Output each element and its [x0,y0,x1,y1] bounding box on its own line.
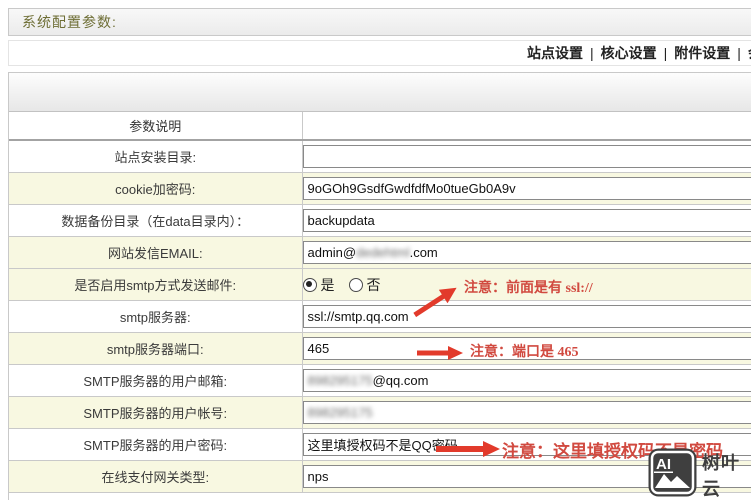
watermark-logo-icon: AI [648,448,697,500]
cookie-encrypt-key-value-cell: 9oGOh9GsdfGwdfdfMo0tueGb0A9v [302,172,751,205]
nav-separator: | [590,45,594,61]
page-title-bar: 系统配置参数: [8,8,751,36]
settings-nav-links: 站点设置|核心设置|附件设置|会员设置 [527,41,751,65]
payment-gateway-type-label: 在线支付网关类型: [9,460,303,493]
smtp-user-account-label: SMTP服务器的用户帐号: [9,396,303,429]
input-text: 9oGOh9GsdfGwdfdfMo0tueGb0A9v [307,181,516,196]
config-panel: 参数说明 站点安装目录: cookie加密码: 9oGOh9GsdfGwdfdfMo… [8,72,751,500]
input-text: .com [409,245,438,260]
blurred-text: 898295175 [307,373,373,388]
table-row-smtp-enabled: 是否启用smtp方式发送邮件: 是 否 [9,268,751,301]
data-backup-dir-value-cell: backupdata [302,204,751,237]
table-row-smtp-server: smtp服务器: ssl://smtp.qq.com [9,300,751,333]
table-row-smtp-user-account: SMTP服务器的用户帐号: 898295175 [9,396,751,429]
watermark-logo-text: AI [656,456,671,473]
settings-nav-bar: 站点设置|核心设置|附件设置|会员设置 [8,40,751,66]
smtp-server-value-cell: ssl://smtp.qq.com [302,300,751,333]
blurred-text: 898295175 [307,405,373,420]
smtp-enabled-radio-selected[interactable] [302,277,317,292]
input-text: @qq.com [372,373,429,388]
input-text: 465 [307,341,330,356]
smtp-server-label: smtp服务器: [9,300,303,333]
config-table: 参数说明 站点安装目录: cookie加密码: 9oGOh9GsdfGwdfdfMo… [9,112,751,493]
site-sender-email-input[interactable]: admin@ dedehtml .com [302,241,751,264]
cookie-encrypt-key-input[interactable]: 9oGOh9GsdfGwdfdfMo0tueGb0A9v [302,177,751,200]
watermark: AI 树叶云 [648,448,751,500]
table-row-site-install-dir: 站点安装目录: [9,140,751,173]
smtp-enabled-radio-label[interactable]: 是 [321,275,335,295]
smtp-user-account-input[interactable]: 898295175 [302,401,751,424]
annotation-port: 注意：端口是 465 [470,345,579,360]
red-arrow-icon [417,346,463,365]
page-title: 系统配置参数: [22,14,117,30]
table-row-data-backup-dir: 数据备份目录（在data目录内）： backupdata [9,204,751,237]
nav-separator: | [663,45,668,61]
smtp-user-mailbox-label: SMTP服务器的用户邮箱: [9,364,303,397]
nav-separator: | [737,45,741,61]
table-header-row: 参数说明 [9,112,751,141]
nav-site-settings[interactable]: 站点设置 [527,43,583,63]
nav-core-settings[interactable]: 核心设置 [601,43,657,63]
table-header-label: 参数说明 [9,112,303,141]
input-text: ssl://smtp.qq.com [307,309,409,324]
input-text: nps [307,469,329,484]
nav-attachment-settings[interactable]: 附件设置 [674,43,730,63]
site-sender-email-label: 网站发信EMAIL: [9,236,303,269]
watermark-brand: 树叶云 [702,453,740,499]
site-install-dir-input[interactable] [302,145,751,168]
blurred-text: dedehtml [356,245,410,260]
smtp-user-account-value-cell: 898295175 [302,396,751,429]
site-install-dir-label: 站点安装目录: [9,140,303,173]
smtp-user-mailbox-value-cell: 898295175 @qq.com [302,364,751,397]
table-row-cookie-encrypt-key: cookie加密码: 9oGOh9GsdfGwdfdfMo0tueGb0A9v [9,172,751,205]
smtp-server-input[interactable]: ssl://smtp.qq.com [302,305,751,328]
table-row-smtp-user-mailbox: SMTP服务器的用户邮箱: 898295175 @qq.com [9,364,751,397]
smtp-user-mailbox-input[interactable]: 898295175 @qq.com [302,369,751,392]
input-text: backupdata [307,213,375,228]
table-header-value [302,112,751,141]
site-sender-email-value-cell: admin@ dedehtml .com [302,236,751,269]
smtp-enabled-radio-label[interactable]: 否 [367,275,381,295]
table-row-payment-gateway-type: 在线支付网关类型: nps [9,460,751,493]
site-install-dir-value-cell [302,140,751,173]
system-config-page: 系统配置参数: 站点设置|核心设置|附件设置|会员设置 参数说明 站点安装目录:… [0,0,751,500]
data-backup-dir-input[interactable]: backupdata [302,209,751,232]
input-text: admin@ [307,245,357,260]
smtp-port-label: smtp服务器端口: [9,332,303,365]
smtp-enabled-radio-option[interactable] [348,277,363,292]
data-backup-dir-label: 数据备份目录（在data目录内）： [9,204,303,237]
red-arrow-icon [436,441,500,462]
table-row-site-sender-email: 网站发信EMAIL: admin@ dedehtml .com [9,236,751,269]
panel-toolband [9,73,751,112]
smtp-user-password-label: SMTP服务器的用户密码: [9,428,303,461]
cookie-encrypt-key-label: cookie加密码: [9,172,303,205]
smtp-enabled-label: 是否启用smtp方式发送邮件: [9,268,303,301]
annotation-ssl-prefix: 注意：前面是有 ssl:// [464,281,593,296]
table-row-smtp-port: smtp服务器端口: 465 [9,332,751,365]
